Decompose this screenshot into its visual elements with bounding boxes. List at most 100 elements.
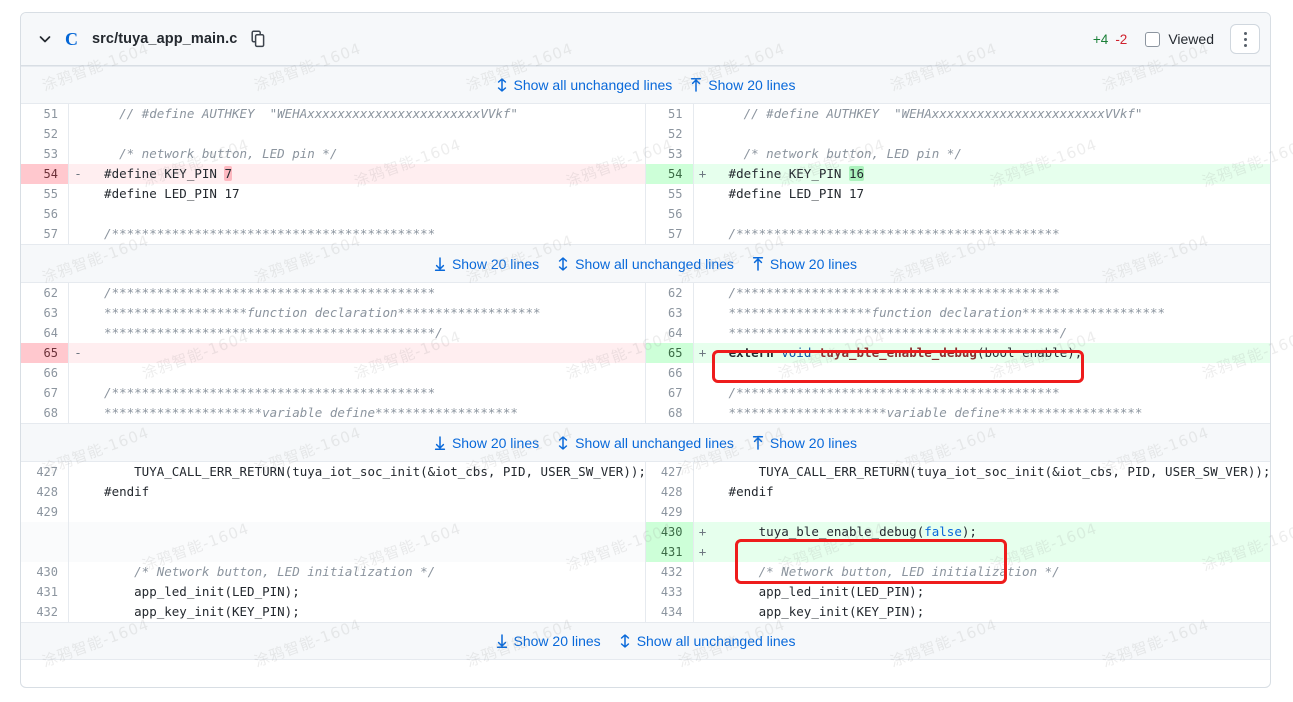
code-cell-left[interactable]: TUYA_CALL_ERR_RETURN(tuya_iot_soc_init(&… <box>87 462 644 482</box>
diff-marker-left <box>69 124 87 144</box>
code-cell-left[interactable] <box>87 204 645 224</box>
line-number-right: 53 <box>646 144 694 164</box>
code-cell-right[interactable] <box>712 363 1271 383</box>
diff-side-right: 63 *******************function declarati… <box>646 303 1271 323</box>
line-number-right: 433 <box>646 582 694 602</box>
expander-link-label: Show 20 lines <box>451 434 540 451</box>
diff-row: 63 *******************function declarati… <box>21 303 1270 323</box>
code-cell-left[interactable]: #define LED_PIN 17 <box>87 184 645 204</box>
code-token: ****************************************… <box>713 325 1068 340</box>
code-cell-left[interactable]: #define KEY_PIN 7 <box>87 164 645 184</box>
code-cell-left[interactable]: app_key_init(KEY_PIN); <box>87 602 645 622</box>
hunk-2: 62 /************************************… <box>21 283 1270 423</box>
code-token: #endif <box>713 484 774 499</box>
show-20-lines-down-link[interactable]: Show 20 lines <box>434 256 539 272</box>
code-cell-left[interactable]: ****************************************… <box>87 323 645 343</box>
code-token: #define LED_PIN 17 <box>713 186 865 201</box>
code-cell-right[interactable]: tuya_ble_enable_debug(false); <box>711 522 1270 542</box>
diff-side-left: 427 TUYA_CALL_ERR_RETURN(tuya_iot_soc_in… <box>21 462 646 482</box>
code-cell-right[interactable]: app_led_init(LED_PIN); <box>712 582 1271 602</box>
expander-link-label: Show all unchanged lines <box>575 434 734 451</box>
code-cell-right[interactable]: ****************************************… <box>712 323 1271 343</box>
code-cell-right[interactable]: *******************function declaration*… <box>712 303 1271 323</box>
code-cell-left[interactable]: *******************function declaration*… <box>87 303 645 323</box>
code-cell-right[interactable]: /***************************************… <box>712 224 1271 244</box>
show-20-lines-down-link[interactable]: Show 20 lines <box>496 633 601 649</box>
line-number-right: 429 <box>646 502 694 522</box>
diff-side-right: 431 + <box>645 542 1270 562</box>
code-cell-right[interactable]: *********************variable define****… <box>712 403 1271 423</box>
code-token: *******************function declaration*… <box>89 305 541 320</box>
show-20-lines-up-link[interactable]: Show 20 lines <box>690 77 795 93</box>
line-number-right: 56 <box>646 204 694 224</box>
show-all-unchanged-lines-link[interactable]: Show all unchanged lines <box>557 256 734 272</box>
diff-side-right: 428 #endif <box>646 482 1271 502</box>
kebab-dot <box>1243 43 1247 47</box>
code-cell-right[interactable]: TUYA_CALL_ERR_RETURN(tuya_iot_soc_init(&… <box>712 462 1270 482</box>
code-cell-right[interactable]: extern void tuya_ble_enable_debug(bool e… <box>711 343 1270 363</box>
chevron-down-icon[interactable] <box>35 29 55 49</box>
code-token: (bool enable); <box>976 345 1083 360</box>
code-cell-right[interactable] <box>712 124 1271 144</box>
code-cell-left[interactable]: *********************variable define****… <box>87 403 645 423</box>
show-all-unchanged-lines-link[interactable]: Show all unchanged lines <box>496 77 672 93</box>
diff-row: 67 /************************************… <box>21 383 1270 403</box>
diff-row: 431 app_led_init(LED_PIN); 433 app_led_i… <box>21 582 1270 602</box>
arrow-up-down-icon <box>619 634 631 648</box>
code-cell-right[interactable]: #define LED_PIN 17 <box>712 184 1271 204</box>
diff-marker-right: + <box>693 164 712 184</box>
diff-marker-left <box>69 303 87 323</box>
diff-marker-left <box>69 184 87 204</box>
code-cell-left[interactable]: /***************************************… <box>87 283 645 303</box>
code-token-function: tuya_ble_enable_debug <box>818 345 977 360</box>
code-cell-left[interactable]: #endif <box>87 482 645 502</box>
code-cell-right[interactable]: // #define AUTHKEY "WEHAxxxxxxxxxxxxxxxx… <box>712 104 1271 124</box>
copy-path-icon[interactable] <box>251 30 267 48</box>
code-token: /***************************************… <box>713 285 1060 300</box>
code-cell-right[interactable] <box>712 204 1271 224</box>
code-cell-right[interactable] <box>711 542 1270 562</box>
code-cell-right[interactable]: #define KEY_PIN 16 <box>711 164 1270 184</box>
show-20-lines-up-link[interactable]: Show 20 lines <box>752 256 857 272</box>
diff-marker-left: - <box>69 343 87 363</box>
diff-marker-left <box>69 462 87 482</box>
show-all-unchanged-lines-link[interactable]: Show all unchanged lines <box>557 435 734 451</box>
show-20-lines-down-link[interactable]: Show 20 lines <box>434 435 539 451</box>
code-cell-right[interactable]: /***************************************… <box>712 283 1271 303</box>
code-cell-left[interactable]: /***************************************… <box>87 383 645 403</box>
show-20-lines-up-link[interactable]: Show 20 lines <box>752 435 857 451</box>
code-cell-right[interactable]: /* Network button, LED initialization */ <box>712 562 1271 582</box>
code-cell-right[interactable]: /* network button, LED pin */ <box>712 144 1271 164</box>
line-number-right: 55 <box>646 184 694 204</box>
code-cell-left[interactable]: /* network button, LED pin */ <box>87 144 645 164</box>
code-cell-left[interactable] <box>87 343 645 363</box>
kebab-menu-icon[interactable] <box>1230 24 1260 54</box>
viewed-checkbox[interactable] <box>1145 31 1161 47</box>
code-token: app_led_init(LED_PIN); <box>713 584 925 599</box>
code-cell-left[interactable]: app_led_init(LED_PIN); <box>87 582 645 602</box>
code-cell-left[interactable]: // #define AUTHKEY "WEHAxxxxxxxxxxxxxxxx… <box>87 104 645 124</box>
diff-side-right: 55 #define LED_PIN 17 <box>646 184 1271 204</box>
diff-row: 430 /* Network button, LED initializatio… <box>21 562 1270 582</box>
diff-side-left: 56 <box>21 204 646 224</box>
code-cell-right[interactable]: /***************************************… <box>712 383 1271 403</box>
code-cell-left[interactable] <box>87 124 645 144</box>
line-number-right: 66 <box>646 363 694 383</box>
viewed-toggle[interactable]: Viewed <box>1145 31 1214 47</box>
code-cell-right[interactable] <box>712 502 1271 522</box>
code-cell-left[interactable] <box>87 502 645 522</box>
arrow-up-icon <box>752 435 764 450</box>
code-token: tuya_ble_enable_debug( <box>713 524 925 539</box>
hunk-1: 51 // #define AUTHKEY "WEHAxxxxxxxxxxxxx… <box>21 104 1270 244</box>
diff-side-left: 63 *******************function declarati… <box>21 303 646 323</box>
code-cell-left[interactable] <box>87 363 645 383</box>
code-cell-right[interactable]: app_key_init(KEY_PIN); <box>712 602 1271 622</box>
code-cell-right[interactable]: #endif <box>712 482 1271 502</box>
show-all-unchanged-lines-link[interactable]: Show all unchanged lines <box>619 633 795 649</box>
code-cell-left[interactable]: /***************************************… <box>87 224 645 244</box>
arrow-down-icon <box>496 634 508 648</box>
line-number-right: 52 <box>646 124 694 144</box>
file-path-label[interactable]: src/tuya_app_main.c <box>92 31 237 47</box>
code-cell-left[interactable]: /* Network button, LED initialization */ <box>87 562 645 582</box>
